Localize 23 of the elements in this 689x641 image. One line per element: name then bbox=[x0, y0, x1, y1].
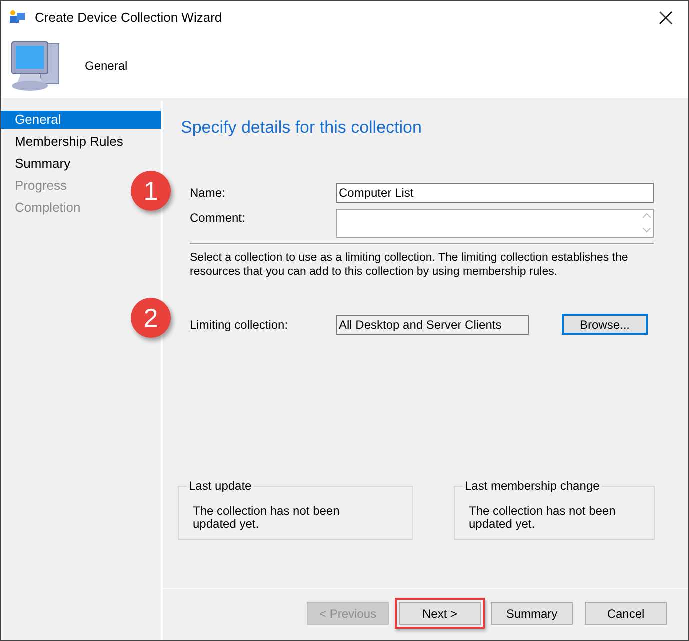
sidebar-item[interactable]: Summary bbox=[1, 155, 79, 173]
group-text: The collection has not been updated yet. bbox=[193, 504, 341, 530]
name-field[interactable]: Computer List bbox=[336, 182, 654, 202]
field-label: Limiting collection: bbox=[190, 316, 290, 334]
wizard-button[interactable]: Next > bbox=[399, 602, 481, 625]
browse-button[interactable]: Browse... bbox=[562, 314, 648, 335]
sidebar-item[interactable]: Membership Rules bbox=[1, 133, 132, 151]
group-title: Last membership change bbox=[463, 478, 602, 492]
comment-field[interactable] bbox=[336, 208, 654, 238]
limiting-collection-field: All Desktop and Server Clients bbox=[336, 314, 529, 334]
description-text: Select a collection to use as a limiting collection. The limiting collection establishes the resources that you can add to this collection by using membership rules. bbox=[190, 250, 630, 278]
group-title: Last update bbox=[187, 478, 254, 492]
wizard-button[interactable]: Summary bbox=[491, 602, 573, 625]
field-label: Comment: bbox=[190, 210, 246, 226]
sidebar-item[interactable]: General bbox=[1, 111, 161, 129]
close-icon bbox=[659, 10, 673, 24]
page-heading: Specify details for this collection bbox=[181, 117, 423, 139]
page-header-title: General bbox=[85, 58, 128, 75]
window-title: Create Device Collection Wizard bbox=[35, 8, 222, 27]
wizard-icon bbox=[9, 10, 27, 26]
field-label: Name: bbox=[190, 184, 226, 202]
wizard-button[interactable]: Cancel bbox=[585, 602, 667, 625]
group-text: The collection has not been updated yet. bbox=[469, 504, 617, 530]
